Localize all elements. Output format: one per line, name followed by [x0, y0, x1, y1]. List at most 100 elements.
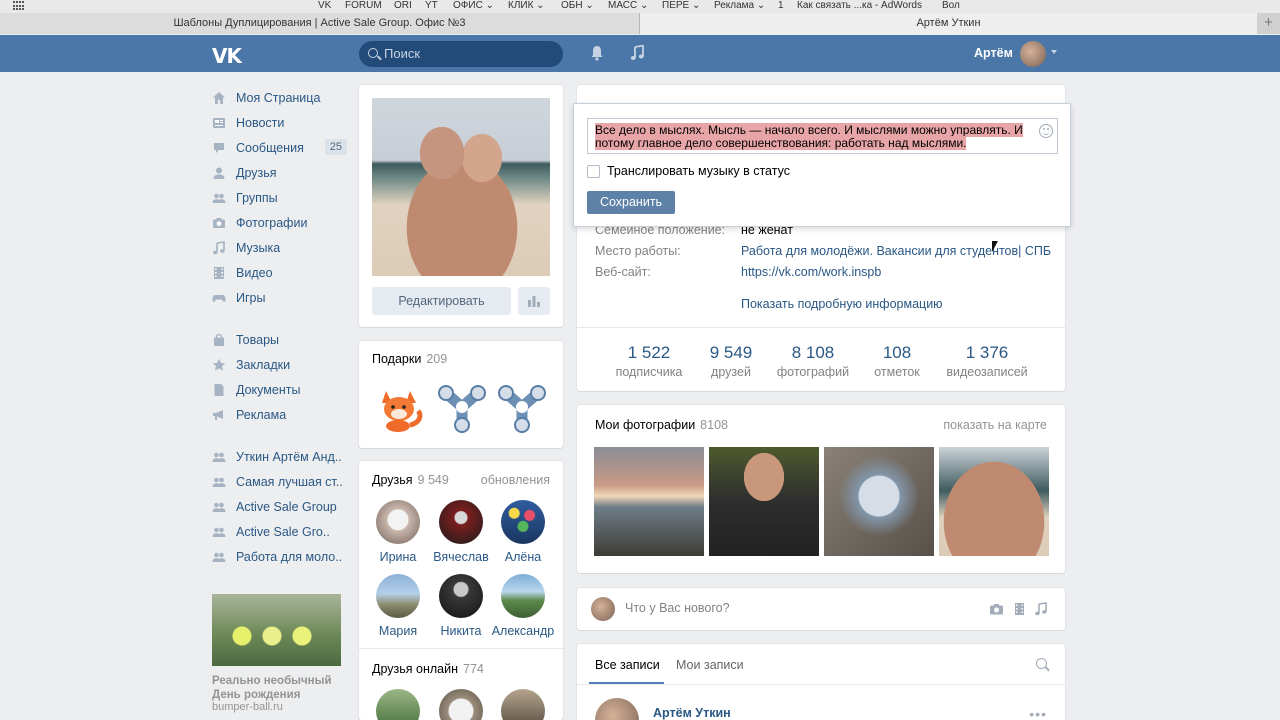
sidebar-group-item[interactable]: Самая лучшая ст.. [212, 469, 347, 494]
info-link[interactable]: Работа для молодёжи. Вакансии для студен… [741, 244, 1051, 258]
search-input[interactable]: Поиск [359, 41, 563, 67]
bookmark-item[interactable]: Вол [942, 0, 960, 12]
spinner-gift-icon[interactable] [434, 379, 490, 435]
photos-header[interactable]: Мои фотографии 8108 [595, 418, 728, 432]
tab-all-posts[interactable]: Все записи [595, 658, 660, 672]
my-photos-card: Мои фотографии 8108 показать на карте [577, 405, 1065, 573]
fox-gift-icon[interactable] [372, 379, 428, 435]
vk-logo[interactable]: VK [212, 44, 242, 68]
browser-tab[interactable]: Шаблоны Дуплицирования | Active Sale Gro… [0, 13, 640, 34]
camera-icon[interactable] [989, 602, 1004, 616]
friend-avatar[interactable] [501, 689, 545, 720]
bookmark-item[interactable]: КЛИК ⌄ [508, 0, 545, 12]
friends-updates-link[interactable]: обновления [481, 473, 550, 487]
online-friends-header[interactable]: Друзья онлайн 774 [372, 662, 484, 676]
chevron-down-icon[interactable] [1051, 50, 1057, 54]
sidebar-item-photos[interactable]: Фотографии [212, 210, 347, 235]
friend-name: Ирина [379, 550, 417, 564]
bookmark-item[interactable]: ОБН ⌄ [561, 0, 594, 12]
music-icon[interactable] [1034, 602, 1049, 616]
group-icon [212, 550, 226, 564]
video-icon[interactable] [1012, 602, 1027, 616]
avatar[interactable] [1020, 41, 1046, 67]
friend-item[interactable]: Мария [366, 574, 430, 638]
sidebar-item-label: Уткин Артём Анд.. [236, 449, 342, 464]
friend-item[interactable]: Алёна [491, 500, 555, 564]
post-author-name[interactable]: Артём Уткин [653, 706, 731, 720]
sidebar-item-video[interactable]: Видео [212, 260, 347, 285]
bookmark-item[interactable]: Реклама ⌄ [714, 0, 765, 12]
header-user-name[interactable]: Артём [974, 46, 1013, 60]
bookmark-item[interactable]: YT [425, 0, 438, 12]
bookmark-item[interactable]: 1 [778, 0, 784, 12]
sidebar-item-goods[interactable]: Товары [212, 327, 347, 352]
sidebar-group-item[interactable]: Работа для моло.. [212, 544, 347, 569]
sidebar-group-item[interactable]: Уткин Артём Анд.. [212, 444, 347, 469]
bookmark-item[interactable]: FORUM [345, 0, 382, 12]
tab-my-posts[interactable]: Мои записи [676, 658, 744, 672]
bookmark-item[interactable]: МАСС ⌄ [608, 0, 648, 12]
friend-item[interactable]: Никита [429, 574, 493, 638]
divider [577, 327, 1065, 328]
new-tab-button[interactable]: + [1257, 13, 1280, 34]
sidebar-item-games[interactable]: Игры [212, 285, 347, 310]
friends-header[interactable]: Друзья 9 549 [372, 473, 449, 487]
photo-thumbnail[interactable] [824, 447, 934, 556]
search-icon[interactable] [1036, 658, 1047, 669]
gifts-header[interactable]: Подарки 209 [372, 352, 447, 366]
sidebar-item-my-page[interactable]: Моя Страница [212, 85, 347, 110]
ad-title[interactable]: Реально необычный День рождения [212, 674, 347, 702]
sidebar-item-bookmarks[interactable]: Закладки [212, 352, 347, 377]
group-icon [212, 500, 226, 514]
sidebar-item-music[interactable]: Музыка [212, 235, 347, 260]
save-status-button[interactable]: Сохранить [587, 191, 675, 214]
profile-photo[interactable] [372, 98, 550, 276]
bookmark-item[interactable]: ПЕРЕ ⌄ [662, 0, 700, 12]
counter-tags[interactable]: 108 отметок [847, 343, 947, 379]
bell-icon[interactable] [590, 45, 604, 61]
sidebar-item-news[interactable]: Новости [212, 110, 347, 135]
info-link[interactable]: https://vk.com/work.inspb [741, 265, 881, 279]
apps-grid-icon[interactable] [13, 1, 26, 11]
sidebar-item-messages[interactable]: Сообщения 25 [212, 135, 347, 160]
sidebar-item-groups[interactable]: Группы [212, 185, 347, 210]
sidebar-group-item[interactable]: Active Sale Gro.. [212, 519, 347, 544]
show-more-info-link[interactable]: Показать подробную информацию [741, 297, 943, 311]
bookmark-item[interactable]: ORI [394, 0, 412, 12]
tab-bar: Шаблоны Дуплицирования | Active Sale Gro… [0, 13, 1280, 34]
spinner-gift-icon[interactable] [494, 379, 550, 435]
gifts-title: Подарки [372, 352, 422, 366]
friend-avatar[interactable] [439, 689, 483, 720]
ad-site[interactable]: bumper-ball.ru [212, 701, 283, 713]
sidebar-item-documents[interactable]: Документы [212, 377, 347, 402]
ad-image[interactable] [212, 594, 341, 666]
friend-item[interactable]: Александр [491, 574, 555, 638]
post-composer[interactable]: Что у Вас нового? [577, 588, 1065, 630]
bookmark-item[interactable]: Как связать ...ка - AdWords [797, 0, 922, 12]
show-on-map-link[interactable]: показать на карте [943, 418, 1047, 432]
music-icon[interactable] [630, 45, 645, 61]
broadcast-music-option[interactable]: Транслировать музыку в статус [587, 164, 790, 178]
friend-item[interactable]: Вячеслав [429, 500, 493, 564]
bar-chart-icon [528, 296, 540, 307]
avatar[interactable] [595, 698, 639, 720]
counter-videos[interactable]: 1 376 видеозаписей [937, 343, 1037, 379]
bookmark-item[interactable]: ОФИС ⌄ [453, 0, 494, 12]
photo-thumbnail[interactable] [709, 447, 819, 556]
status-input[interactable]: Все дело в мыслях. Мысль — начало всего.… [587, 118, 1058, 154]
sidebar-item-friends[interactable]: Друзья [212, 160, 347, 185]
photo-thumbnail[interactable] [939, 447, 1049, 556]
bookmark-item[interactable]: VK [318, 0, 331, 12]
sidebar-group-item[interactable]: Active Sale Group [212, 494, 347, 519]
photo-thumbnail[interactable] [594, 447, 704, 556]
friend-avatar[interactable] [376, 689, 420, 720]
sidebar-item-ads[interactable]: Реклама [212, 402, 347, 427]
more-options-icon[interactable]: ••• [1029, 706, 1047, 720]
broadcast-checkbox[interactable] [587, 164, 600, 178]
smile-icon[interactable] [1039, 124, 1053, 138]
friend-item[interactable]: Ирина [366, 500, 430, 564]
browser-tab-active[interactable]: Артём Уткин [640, 13, 1257, 34]
edit-profile-button[interactable]: Редактировать [372, 287, 511, 315]
post-placeholder[interactable]: Что у Вас нового? [625, 601, 730, 615]
stats-button[interactable] [518, 287, 550, 315]
